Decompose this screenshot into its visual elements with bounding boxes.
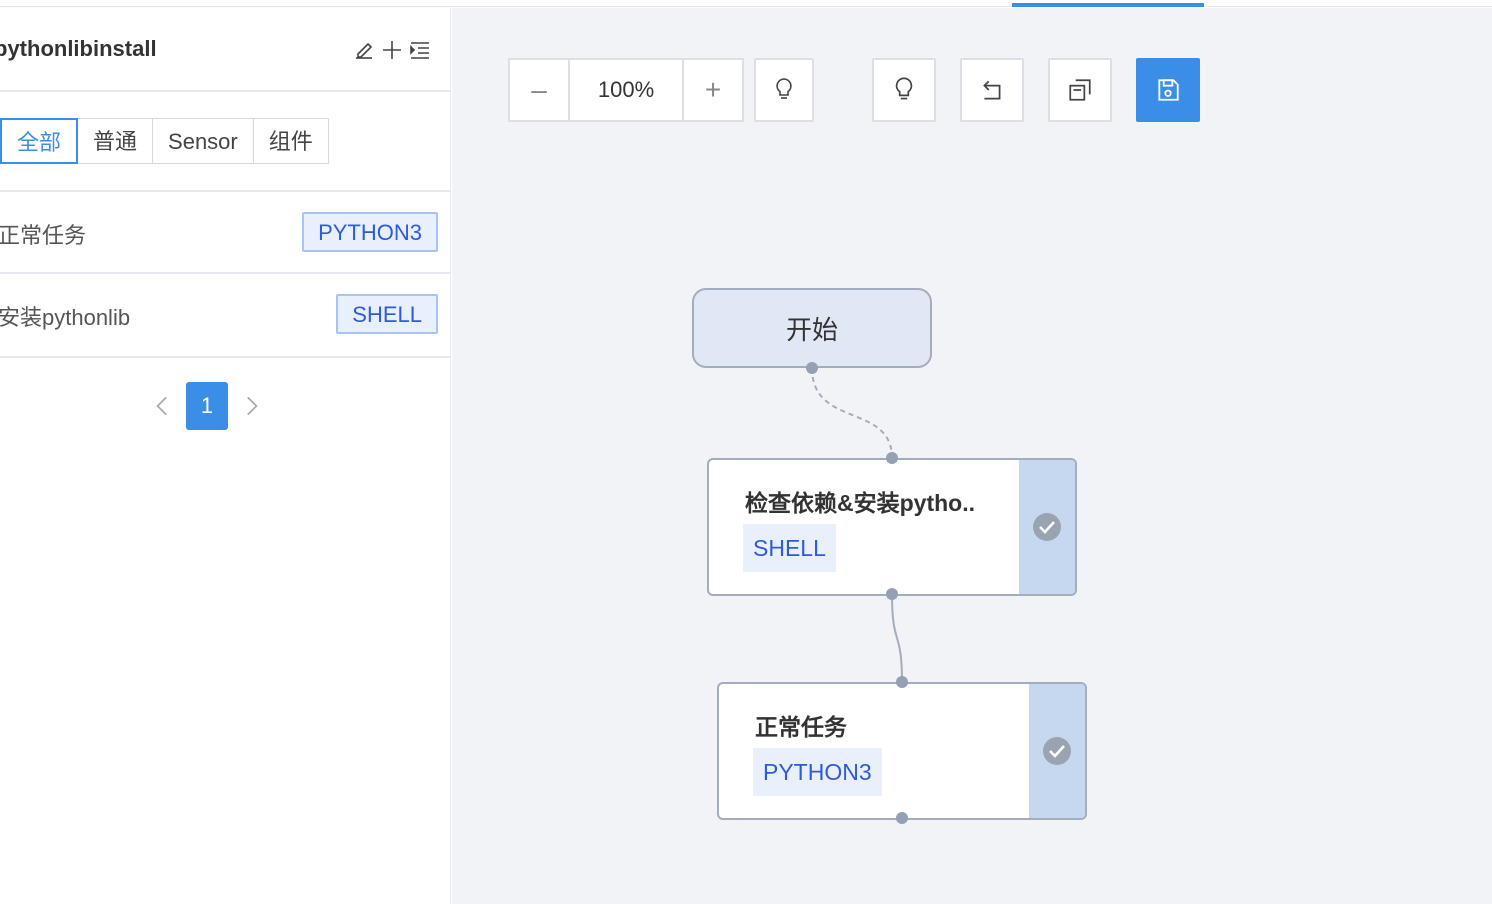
tab-component[interactable]: 组件	[253, 118, 329, 164]
check-circle-icon	[1043, 737, 1071, 765]
node-status-panel	[1029, 684, 1085, 818]
tab-all[interactable]: 全部	[0, 118, 79, 164]
flow-node[interactable]: 正常任务 PYTHON3	[717, 682, 1087, 820]
flow-node[interactable]: 检查依赖&安装pytho.. SHELL	[707, 458, 1077, 596]
edge-start-to-node1	[811, 367, 893, 459]
node-status-panel	[1019, 460, 1075, 594]
sidebar-actions	[352, 38, 432, 62]
task-type-tabs: 全部 普通 Sensor 组件	[0, 118, 329, 164]
sidebar-header: pythonlibinstall	[0, 8, 450, 92]
workflow-title: pythonlibinstall	[0, 36, 157, 61]
node-type-tag: SHELL	[743, 524, 836, 572]
edge-node1-to-node2	[891, 593, 903, 683]
pagination: 1	[150, 382, 264, 430]
node-output-port[interactable]	[886, 588, 898, 600]
active-tab-indicator	[1012, 3, 1204, 7]
check-circle-icon	[1033, 513, 1061, 541]
task-name: 安装pythonlib	[0, 305, 131, 330]
outline-list-icon[interactable]	[408, 38, 432, 62]
plus-icon[interactable]	[380, 38, 404, 62]
edit-icon[interactable]	[352, 38, 376, 62]
task-type-tag: PYTHON3	[302, 212, 438, 252]
list-divider	[0, 356, 450, 358]
list-item[interactable]: 安装pythonlib SHELL	[0, 272, 450, 354]
task-type-tag: SHELL	[336, 294, 438, 334]
chevron-right-icon[interactable]	[238, 393, 264, 419]
node-input-port[interactable]	[886, 452, 898, 464]
start-node[interactable]: 开始	[692, 288, 932, 368]
node-title: 检查依赖&安装pytho..	[745, 490, 975, 516]
node-title: 正常任务	[755, 714, 847, 740]
node-output-port[interactable]	[896, 812, 908, 824]
task-sidebar: pythonlibinstall 全部 普通 Sensor 组件 正常任务 PY…	[0, 8, 451, 904]
node-type-tag: PYTHON3	[753, 748, 882, 796]
tab-normal[interactable]: 普通	[78, 118, 154, 164]
node-input-port[interactable]	[896, 676, 908, 688]
tab-sensor[interactable]: Sensor	[153, 118, 254, 164]
task-name: 正常任务	[0, 223, 87, 248]
page-button-current[interactable]: 1	[186, 382, 228, 430]
chevron-left-icon[interactable]	[150, 393, 176, 419]
flow-canvas[interactable]: – 100% + 开始 检查依赖&安装pytho.. SHELL 正常任务 PY…	[452, 8, 1492, 904]
start-output-port[interactable]	[806, 362, 818, 374]
list-item[interactable]: 正常任务 PYTHON3	[0, 190, 450, 272]
top-border	[0, 0, 1492, 7]
